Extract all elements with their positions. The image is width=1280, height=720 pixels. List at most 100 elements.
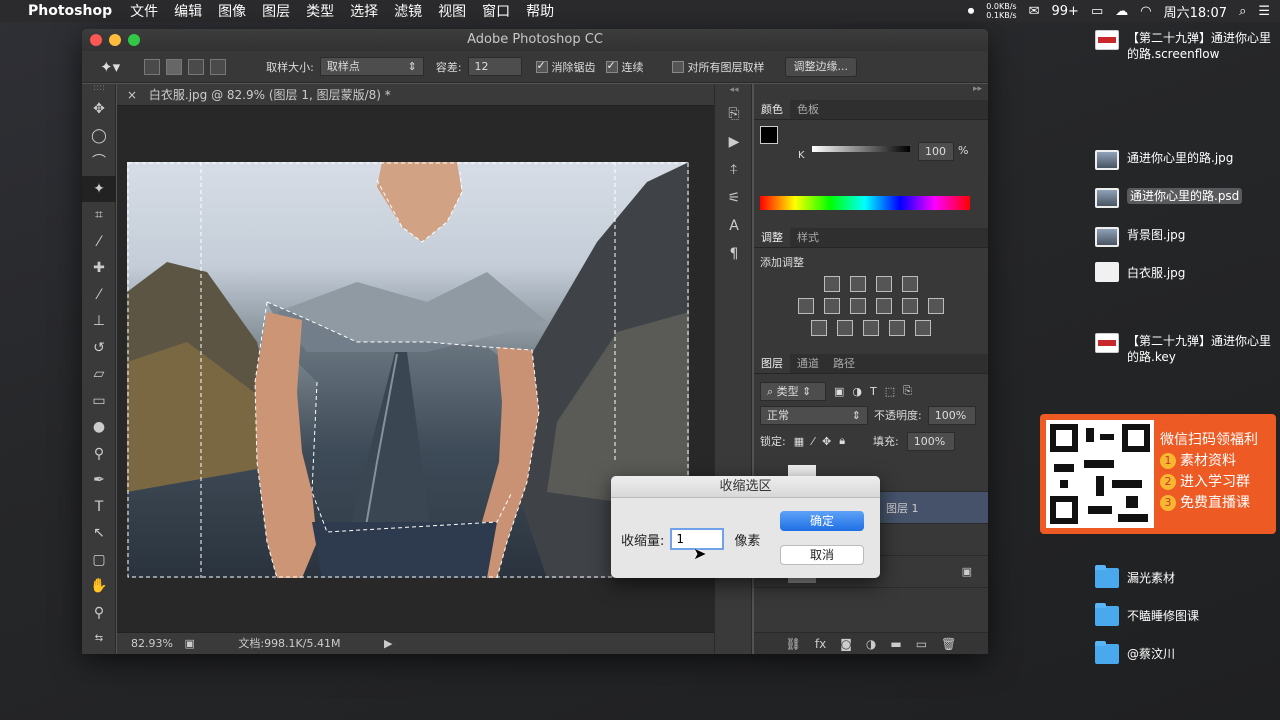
swap-colors-icon[interactable]: ⇆ — [82, 626, 116, 653]
magic-wand-tool-icon[interactable]: ✦ — [82, 175, 116, 202]
history-brush-tool-icon[interactable]: ↺ — [82, 335, 116, 362]
type-tool-icon[interactable]: T — [82, 494, 116, 521]
desktop-folder-author[interactable]: @蔡汶川 — [1095, 641, 1175, 664]
photo-filter-icon[interactable] — [902, 298, 918, 314]
group-icon[interactable]: ▬ — [890, 637, 901, 651]
menu-view[interactable]: 视图 — [438, 1, 466, 21]
tab-color[interactable]: 颜色 — [754, 100, 790, 119]
menu-type[interactable]: 类型 — [306, 1, 334, 21]
new-layer-icon[interactable]: ▭ — [916, 637, 927, 651]
exposure-icon[interactable] — [902, 276, 918, 292]
lock-pixels-icon[interactable]: ⁄ — [812, 435, 814, 448]
menu-window[interactable]: 窗口 — [482, 1, 510, 21]
cloud-icon[interactable]: ☁ — [1115, 4, 1128, 19]
path-select-tool-icon[interactable]: ↖ — [82, 520, 116, 547]
posterize-icon[interactable] — [837, 320, 853, 336]
cast-icon[interactable]: ▭ — [1091, 4, 1103, 19]
refine-edge-button[interactable]: 调整边缘... — [784, 56, 858, 77]
app-menu[interactable]: Photoshop — [28, 3, 112, 19]
layer-kind-filter[interactable]: ⌕ 类型 ⇕ — [760, 381, 826, 401]
minimize-window-button[interactable] — [109, 34, 121, 46]
channel-mixer-icon[interactable] — [928, 298, 944, 314]
subtract-selection-icon[interactable] — [188, 58, 205, 75]
opacity-input[interactable]: 100% — [927, 405, 976, 425]
cancel-button[interactable]: 取消 — [780, 545, 864, 565]
k-value-input[interactable]: 100 — [918, 142, 954, 161]
healing-brush-tool-icon[interactable]: ✚ — [82, 255, 116, 282]
invert-icon[interactable] — [811, 320, 827, 336]
move-tool-icon[interactable]: ✥ — [82, 96, 116, 123]
add-mask-icon[interactable]: ◙ — [840, 637, 852, 651]
window-titlebar[interactable]: Adobe Photoshop CC — [82, 29, 988, 51]
tab-styles[interactable]: 样式 — [790, 228, 826, 247]
levels-icon[interactable] — [850, 276, 866, 292]
eyedropper-tool-icon[interactable]: ⁄ — [82, 229, 116, 256]
desktop-file-screenflow[interactable]: 【第二十九弹】通进你心里的路.screenflow — [1095, 30, 1275, 62]
menu-image[interactable]: 图像 — [218, 1, 246, 21]
expand-panels-icon[interactable]: ▸▸ — [754, 84, 988, 100]
antialias-checkbox[interactable]: 消除锯齿 — [535, 59, 596, 75]
black-white-icon[interactable] — [876, 298, 892, 314]
desktop-folder-course[interactable]: 不瞌睡修图课 — [1095, 603, 1199, 626]
panel-grip[interactable]: :::: — [82, 84, 116, 96]
desktop-file-shirt[interactable]: 白衣服.jpg — [1095, 262, 1185, 282]
menu-select[interactable]: 选择 — [350, 1, 378, 21]
ok-button[interactable]: 确定 — [780, 511, 864, 531]
close-tab-icon[interactable]: × — [127, 88, 137, 102]
contiguous-checkbox[interactable]: 连续 — [605, 59, 644, 75]
filter-adjust-icon[interactable]: ◑ — [852, 385, 862, 398]
lock-transparent-icon[interactable]: ▦ — [794, 435, 804, 448]
tolerance-input[interactable]: 12 — [467, 57, 522, 76]
desktop-folder-light-leak[interactable]: 漏光素材 — [1095, 565, 1175, 588]
threshold-icon[interactable] — [863, 320, 879, 336]
lock-position-icon[interactable]: ✥ — [822, 435, 831, 448]
status-menu-icon[interactable]: ▣ — [184, 637, 194, 650]
marquee-tool-icon[interactable]: ◯ — [82, 123, 116, 150]
fill-input[interactable]: 100% — [906, 431, 955, 451]
menu-edit[interactable]: 编辑 — [174, 1, 202, 21]
desktop-file-psd[interactable]: 通进你心里的路.psd — [1095, 188, 1243, 208]
eraser-tool-icon[interactable]: ▱ — [82, 361, 116, 388]
tab-paths[interactable]: 路径 — [826, 354, 862, 373]
trash-icon[interactable]: 🗑︎ — [941, 637, 956, 651]
sample-size-select[interactable]: 取样点 ⇕ — [319, 57, 424, 76]
desktop-file-keynote[interactable]: 【第二十九弹】通进你心里的路.key — [1095, 333, 1275, 365]
all-layers-checkbox[interactable]: 对所有图层取样 — [671, 59, 765, 75]
brightness-icon[interactable] — [824, 276, 840, 292]
intersect-selection-icon[interactable] — [210, 58, 227, 75]
document-tab[interactable]: × 白衣服.jpg @ 82.9% (图层 1, 图层蒙版/8) * — [117, 84, 714, 106]
color-balance-icon[interactable] — [850, 298, 866, 314]
tab-adjustments[interactable]: 调整 — [754, 228, 790, 247]
fx-icon[interactable]: fx — [815, 637, 826, 651]
magic-wand-preset-icon[interactable]: ✦▾ — [100, 58, 120, 76]
notification-badge[interactable]: 99+ — [1052, 4, 1079, 19]
desktop-file-jpg[interactable]: 通进你心里的路.jpg — [1095, 150, 1233, 170]
zoom-window-button[interactable] — [128, 34, 140, 46]
tab-channels[interactable]: 通道 — [790, 354, 826, 373]
menu-filter[interactable]: 滤镜 — [394, 1, 422, 21]
dodge-tool-icon[interactable]: ⚲ — [82, 441, 116, 468]
lasso-tool-icon[interactable]: ⌒ — [82, 149, 116, 176]
menu-list-icon[interactable]: ☰ — [1258, 4, 1270, 19]
blur-tool-icon[interactable]: ● — [82, 414, 116, 441]
wifi-icon[interactable]: ◠ — [1140, 4, 1151, 19]
color-ramp[interactable] — [760, 196, 970, 210]
hue-saturation-icon[interactable] — [824, 298, 840, 314]
paragraph-panel-icon[interactable]: ¶ — [715, 240, 753, 268]
adjustment-layer-icon[interactable]: ◑ — [866, 637, 876, 651]
zoom-level[interactable]: 82.93% — [131, 637, 173, 650]
filter-shape-icon[interactable]: ⬚ — [885, 385, 895, 398]
desktop-file-background[interactable]: 背景图.jpg — [1095, 227, 1185, 247]
tab-layers[interactable]: 图层 — [754, 354, 790, 373]
filter-pixel-icon[interactable]: ▣ — [834, 385, 844, 398]
lock-all-icon[interactable]: 🔒︎ — [839, 434, 845, 448]
status-arrow-icon[interactable]: ▶ — [384, 637, 392, 650]
history-panel-icon[interactable]: ⎘ — [715, 100, 753, 128]
menu-help[interactable]: 帮助 — [526, 1, 554, 21]
gradient-map-icon[interactable] — [915, 320, 931, 336]
character-panel-icon[interactable]: A — [715, 212, 753, 240]
shape-tool-icon[interactable]: ▢ — [82, 547, 116, 574]
search-icon[interactable]: ⌕ — [1239, 4, 1246, 19]
tool-presets-icon[interactable]: ⚟ — [715, 184, 753, 212]
filter-smart-icon[interactable]: ⎘ — [903, 384, 912, 398]
